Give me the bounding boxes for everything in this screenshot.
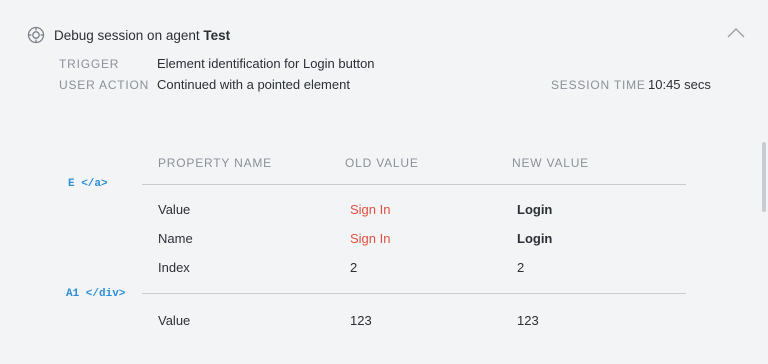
column-header-property: PROPERTY NAME (158, 156, 272, 170)
chevron-up-icon[interactable] (726, 26, 746, 40)
debug-session-panel: Debug session on agent Test TRIGGER Elem… (0, 0, 760, 364)
vertical-scrollbar[interactable] (762, 142, 766, 212)
agent-name: Test (203, 28, 231, 43)
table-cell-old-value: 2 (350, 260, 358, 275)
column-header-old-value: OLD VALUE (345, 156, 419, 170)
session-time-value: 10:45 secs (648, 77, 711, 92)
table-cell-property: Name (158, 231, 193, 246)
target-icon (27, 26, 45, 44)
trigger-label: TRIGGER (59, 57, 120, 71)
table-cell-property: Index (158, 260, 190, 275)
table-cell-old-value: Sign In (350, 202, 391, 217)
session-time-label: SESSION TIME (551, 78, 646, 92)
table-cell-property: Value (158, 202, 191, 217)
table-cell-old-value: Sign In (350, 231, 391, 246)
trigger-value: Element identification for Login button (157, 56, 375, 71)
column-header-new-value: NEW VALUE (512, 156, 589, 170)
group-divider (142, 184, 686, 185)
user-action-label: USER ACTION (59, 78, 150, 92)
table-cell-new-value: Login (517, 202, 553, 217)
session-title: Debug session on agent Test (54, 28, 230, 43)
element-tag: A1 </div> (66, 288, 126, 300)
session-title-prefix: Debug session on agent (54, 28, 200, 43)
group-divider (142, 293, 686, 294)
table-cell-new-value: 2 (517, 260, 525, 275)
table-cell-old-value: 123 (350, 313, 372, 328)
table-cell-property: Value (158, 313, 191, 328)
user-action-value: Continued with a pointed element (157, 77, 350, 92)
element-tag: E </a> (68, 178, 108, 190)
table-cell-new-value: Login (517, 231, 553, 246)
table-cell-new-value: 123 (517, 313, 539, 328)
